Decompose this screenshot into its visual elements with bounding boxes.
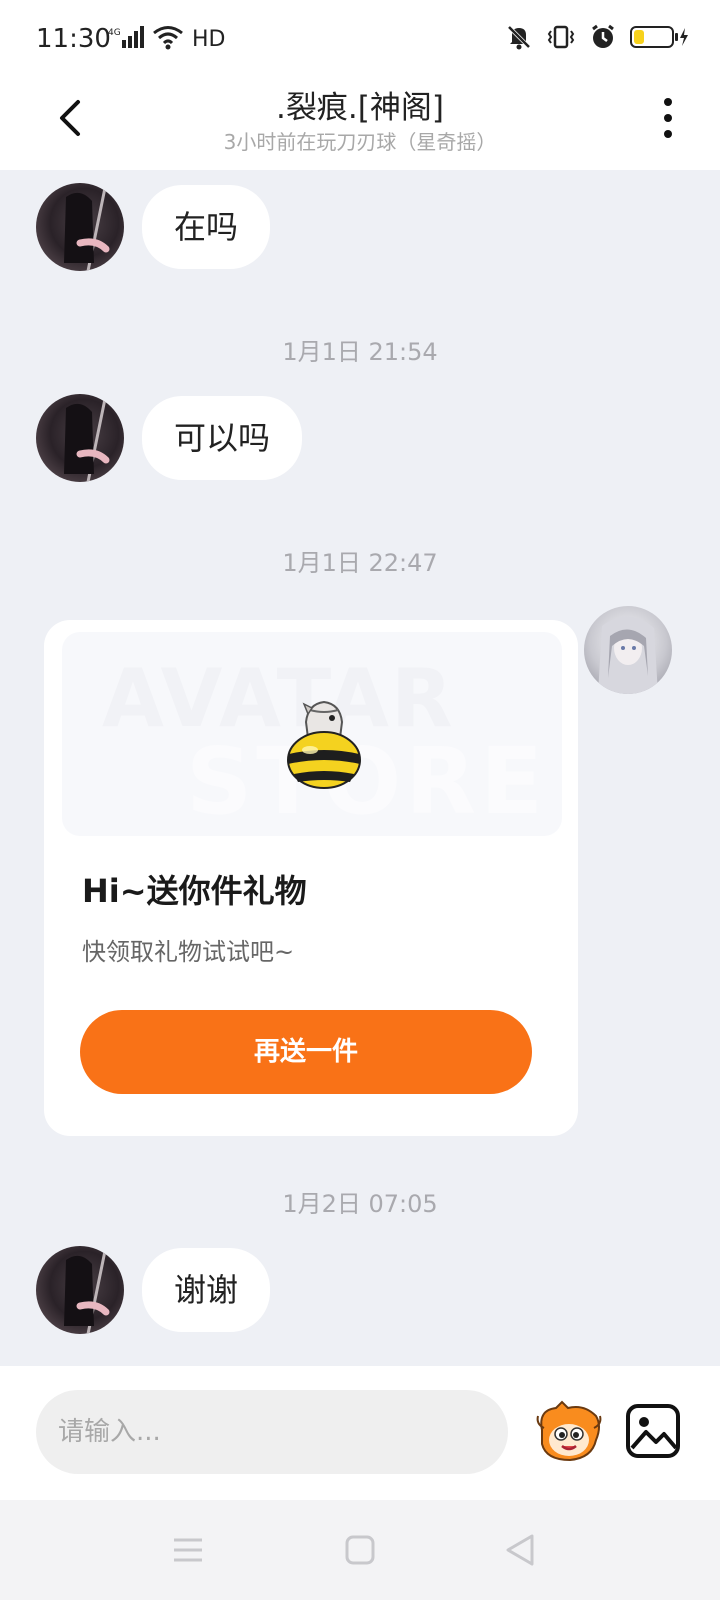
gift-card[interactable]: AVATAR STORE Hi~送你件礼物 快领取礼物试试吧~ 再送一件 bbox=[44, 620, 578, 1136]
friend-avatar[interactable] bbox=[36, 183, 124, 271]
my-avatar[interactable] bbox=[584, 606, 672, 694]
avatar-image bbox=[64, 183, 110, 271]
emoji-button[interactable] bbox=[534, 1400, 604, 1464]
status-right-icons bbox=[506, 24, 690, 54]
vibrate-icon bbox=[546, 24, 576, 54]
avatar-image bbox=[598, 616, 658, 694]
image-icon bbox=[626, 1404, 680, 1458]
message-bubble[interactable]: 在吗 bbox=[142, 185, 271, 269]
message-input[interactable] bbox=[36, 1390, 508, 1474]
wifi-icon bbox=[152, 24, 184, 54]
signal-icon: 4G bbox=[108, 24, 144, 54]
status-left-icons: 4G HD bbox=[108, 24, 225, 54]
friend-avatar[interactable] bbox=[36, 394, 124, 482]
nav-home-button[interactable] bbox=[340, 1530, 380, 1570]
timestamp: 1月1日 21:54 bbox=[282, 338, 438, 366]
avatar-image bbox=[64, 394, 110, 482]
nav-back-button[interactable] bbox=[500, 1530, 540, 1570]
message-bubble[interactable]: 可以吗 bbox=[142, 396, 303, 480]
gift-banner: AVATAR STORE bbox=[62, 632, 562, 836]
bee-gift-icon bbox=[287, 700, 361, 789]
battery-icon bbox=[630, 24, 690, 54]
chat-messages[interactable]: 在吗 1月1日 21:54 可以吗 1月1日 22:47 AVATAR STOR… bbox=[0, 170, 720, 1366]
chat-header: .裂痕.[神阁] 3小时前在玩刀刃球（星奇摇） bbox=[0, 80, 720, 170]
gift-title: Hi~送你件礼物 bbox=[82, 872, 307, 910]
input-bar bbox=[0, 1366, 720, 1500]
status-bar: 11:30 4G HD bbox=[0, 0, 720, 80]
avatar-image bbox=[64, 1246, 110, 1334]
hd-label: HD bbox=[192, 26, 226, 52]
chat-title: .裂痕.[神阁] bbox=[276, 90, 444, 126]
system-nav-bar bbox=[0, 1500, 720, 1600]
send-another-gift-button[interactable]: 再送一件 bbox=[80, 1010, 532, 1094]
triangle-back-icon bbox=[506, 1534, 534, 1566]
home-icon bbox=[345, 1535, 375, 1565]
emoji-mascot-icon bbox=[536, 1400, 602, 1462]
svg-text:4G: 4G bbox=[108, 28, 121, 38]
alarm-icon bbox=[590, 24, 616, 54]
gift-description: 快领取礼物试试吧~ bbox=[82, 938, 295, 966]
message-bubble[interactable]: 谢谢 bbox=[142, 1248, 271, 1332]
banner-watermark-bottom: STORE bbox=[186, 728, 547, 835]
timestamp: 1月1日 22:47 bbox=[282, 549, 438, 577]
more-vertical-icon bbox=[664, 98, 672, 138]
status-time: 11:30 bbox=[36, 24, 111, 54]
menu-icon bbox=[174, 1538, 202, 1562]
friend-avatar[interactable] bbox=[36, 1246, 124, 1334]
mute-icon bbox=[506, 24, 532, 54]
more-button[interactable] bbox=[656, 96, 680, 140]
image-button[interactable] bbox=[624, 1402, 682, 1460]
timestamp: 1月2日 07:05 bbox=[282, 1190, 438, 1218]
nav-menu-button[interactable] bbox=[168, 1530, 208, 1570]
chat-subtitle: 3小时前在玩刀刃球（星奇摇） bbox=[223, 130, 497, 154]
